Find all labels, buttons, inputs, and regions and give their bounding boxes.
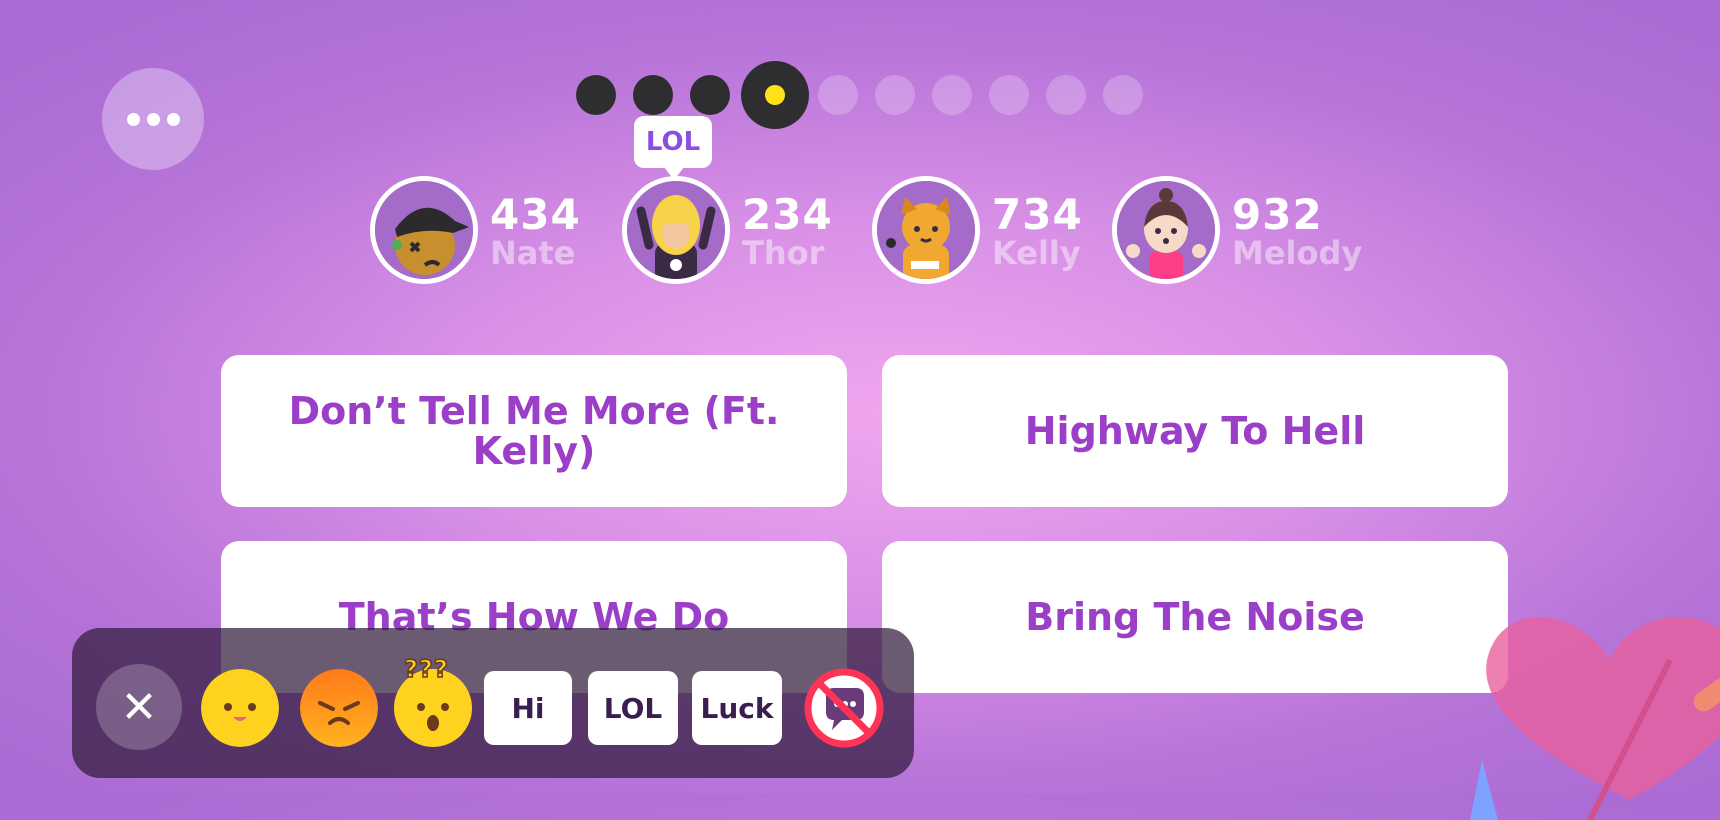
progress-dot-upcoming: [1046, 75, 1086, 115]
player-name: Melody: [1232, 234, 1363, 272]
player-name: Thor: [742, 234, 825, 272]
progress-dot-upcoming: [875, 75, 915, 115]
progress-dot-completed: [576, 75, 616, 115]
menu-button[interactable]: [102, 68, 204, 170]
progress-dot-completed: [633, 75, 673, 115]
player-score: 932: [1232, 190, 1323, 239]
player-score: 434: [490, 190, 581, 239]
phrase-label: LOL: [603, 691, 663, 725]
progress-dot-upcoming: [1103, 75, 1143, 115]
answer-label: Bring The Noise: [1025, 595, 1365, 639]
player-score: 234: [742, 190, 833, 239]
speech-bubble: LOL: [634, 116, 712, 180]
phrase-label: Luck: [700, 691, 774, 725]
close-chat-button[interactable]: ✕: [96, 664, 182, 750]
answer-option-4[interactable]: Bring The Noise: [882, 541, 1508, 693]
phrase-label: Hi: [511, 691, 545, 725]
close-icon: ✕: [120, 681, 158, 733]
answer-label: Don’t Tell Me More (Ft. Kelly): [288, 389, 780, 473]
answer-label: Highway To Hell: [1024, 409, 1366, 453]
answer-option-2[interactable]: Highway To Hell: [882, 355, 1508, 507]
player-score: 734: [992, 190, 1083, 239]
thor-avatar: [622, 176, 730, 284]
nate-avatar: [370, 176, 478, 284]
phrase-luck-button[interactable]: Luck: [692, 671, 782, 745]
progress-dot-completed: [690, 75, 730, 115]
menu-dot: [126, 112, 140, 126]
progress-dot-current: [741, 61, 809, 129]
player-name: Nate: [490, 234, 576, 272]
angry-emoji-icon[interactable]: [300, 669, 378, 747]
answer-option-1[interactable]: Don’t Tell Me More (Ft. Kelly): [221, 355, 847, 507]
happy-emoji-icon[interactable]: [201, 669, 279, 747]
phrase-hi-button[interactable]: Hi: [484, 671, 572, 745]
progress-dot-upcoming: [989, 75, 1029, 115]
progress-dot-upcoming: [932, 75, 972, 115]
menu-dot: [166, 112, 180, 126]
progress-dot-upcoming: [818, 75, 858, 115]
confused-emoji[interactable]: ???: [394, 654, 474, 749]
phrase-lol-button[interactable]: LOL: [588, 671, 678, 745]
menu-dot: [146, 112, 160, 126]
heart-decoration-icon: [1470, 617, 1720, 820]
player-name: Kelly: [992, 234, 1081, 272]
mute-chat-icon[interactable]: [804, 668, 884, 748]
question-marks: ???: [403, 654, 449, 684]
melody-avatar: [1112, 176, 1220, 284]
kelly-avatar: [872, 176, 980, 284]
